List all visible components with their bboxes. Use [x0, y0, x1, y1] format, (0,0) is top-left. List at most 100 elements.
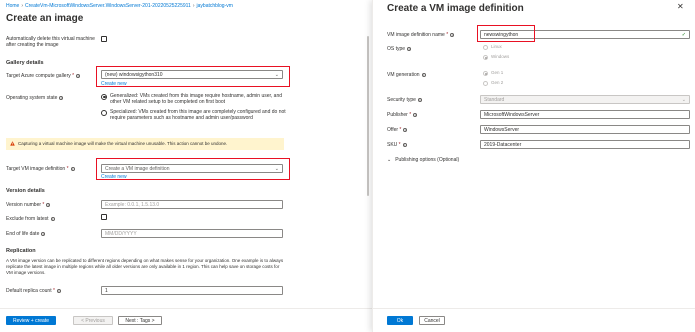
os-linux-radio	[483, 44, 488, 50]
highlight-box-name	[477, 25, 535, 42]
info-icon[interactable]: i	[403, 127, 408, 132]
info-icon[interactable]: i	[417, 97, 422, 102]
offer-input[interactable]: WindowsServer	[480, 125, 690, 134]
specialized-radio[interactable]	[101, 109, 107, 116]
os-state-label-text: Operating system state	[6, 95, 58, 101]
specialized-option[interactable]: Specialized: VMs created from this image…	[101, 109, 291, 121]
exclude-latest-checkbox[interactable]	[101, 214, 107, 220]
os-windows-radio	[483, 54, 488, 60]
security-type-label: Security type i	[387, 97, 422, 103]
info-icon[interactable]: i	[407, 46, 412, 51]
replica-count-label-text: Default replica count	[6, 288, 52, 294]
create-image-page: Home › CreateVm-MicrosoftWindowsServer.Win…	[0, 0, 372, 332]
os-linux-option: Linux	[483, 44, 502, 50]
gen1-radio	[483, 70, 488, 76]
exclude-latest-label-text: Exclude from latest	[6, 216, 49, 222]
warning-banner: Capturing a virtual machine image will m…	[6, 138, 284, 150]
end-of-life-label-text: End of life date	[6, 231, 40, 237]
chevron-down-icon: ⌄	[681, 97, 686, 103]
vm-image-definition-blade: Create a VM image definition ✕ VM image …	[372, 0, 695, 332]
required-asterisk: *	[399, 127, 402, 133]
info-icon[interactable]: i	[46, 202, 51, 207]
version-number-label-text: Version number	[6, 202, 42, 208]
info-icon[interactable]: i	[450, 32, 455, 37]
info-icon[interactable]: i	[41, 231, 46, 236]
os-type-label-text: OS type	[387, 46, 406, 52]
security-type-value: Standard	[484, 97, 505, 103]
replica-count-input[interactable]: 1	[101, 286, 283, 295]
publisher-label-text: Publisher	[387, 112, 408, 118]
info-icon[interactable]: i	[59, 95, 64, 100]
version-details-heading: Version details	[6, 188, 45, 194]
required-asterisk: *	[398, 142, 401, 148]
exclude-latest-label: Exclude from latest i	[6, 216, 55, 222]
ok-button[interactable]: Ok	[387, 316, 413, 325]
gen2-radio	[483, 80, 488, 86]
end-of-life-label: End of life date i	[6, 231, 46, 237]
generalized-radio[interactable]	[101, 93, 107, 100]
gallery-details-heading: Gallery details	[6, 60, 44, 66]
auto-delete-checkbox[interactable]	[101, 36, 107, 42]
info-icon[interactable]: i	[56, 288, 61, 293]
os-windows-option: Windows	[483, 54, 509, 60]
info-icon[interactable]: i	[413, 112, 418, 117]
info-icon[interactable]: i	[70, 166, 75, 171]
previous-button[interactable]: < Previous	[73, 316, 113, 325]
target-gallery-label: Target Azure compute gallery * i	[6, 73, 81, 79]
breadcrumb: Home › CreateVm-MicrosoftWindowsServer.Win…	[6, 3, 233, 9]
breadcrumb-vm[interactable]: jaybatchblog-vm	[197, 3, 233, 9]
definition-name-label: VM image definition name * i	[387, 32, 455, 38]
chevron-right-icon: ⌄	[387, 157, 392, 163]
info-icon[interactable]: i	[76, 73, 81, 78]
sku-input[interactable]: 2019-Datacenter	[480, 140, 690, 149]
auto-delete-label: Automatically delete this virtual machin…	[6, 36, 95, 48]
end-of-life-input[interactable]: MM/DD/YYYY	[101, 229, 283, 238]
breadcrumb-vm-deployment[interactable]: CreateVm-MicrosoftWindowsServer.WindowsS…	[25, 3, 191, 9]
info-icon[interactable]: i	[421, 72, 426, 77]
next-button[interactable]: Next : Tags >	[118, 316, 162, 325]
vm-generation-label: VM generation i	[387, 72, 426, 78]
info-icon[interactable]: i	[402, 142, 407, 147]
form-scroll-area[interactable]: Automatically delete this virtual machin…	[0, 30, 372, 308]
offer-label: Offer * i	[387, 127, 408, 133]
breadcrumb-home[interactable]: Home	[6, 3, 19, 9]
gen2-text: Gen 2	[491, 80, 504, 85]
publishing-options-expander[interactable]: ⌄ Publishing options (Optional)	[387, 157, 459, 163]
page-title: Create an image	[6, 13, 84, 24]
sku-label: SKU * i	[387, 142, 407, 148]
os-linux-text: Linux	[491, 44, 502, 49]
review-create-button[interactable]: Review + create	[6, 316, 56, 325]
required-asterisk: *	[409, 112, 412, 118]
scrollbar[interactable]	[366, 30, 370, 308]
target-gallery-label-text: Target Azure compute gallery	[6, 73, 71, 79]
version-number-input[interactable]: Example: 0.0.1, 1.5.13.0	[101, 200, 283, 209]
publisher-input[interactable]: MicrosoftWindowsServer	[480, 110, 690, 119]
required-asterisk: *	[66, 166, 69, 172]
required-asterisk: *	[42, 202, 45, 208]
breadcrumb-separator: ›	[192, 3, 195, 9]
definition-name-label-text: VM image definition name	[387, 32, 445, 38]
scrollbar-thumb[interactable]	[367, 36, 369, 196]
replication-description: A VM image version can be replicated to …	[6, 258, 284, 275]
info-icon[interactable]: i	[50, 216, 55, 221]
vm-image-definition-label-text: Target VM image definition	[6, 166, 66, 172]
blade-title: Create a VM image definition	[387, 3, 524, 14]
cancel-button[interactable]: Cancel	[419, 316, 445, 325]
os-windows-text: Windows	[491, 54, 510, 59]
os-state-label: Operating system state i	[6, 95, 64, 101]
breadcrumb-separator: ›	[21, 3, 24, 9]
vm-generation-label-text: VM generation	[387, 72, 420, 78]
specialized-text: Specialized: VMs created from this image…	[110, 109, 286, 121]
vm-image-definition-label: Target VM image definition * i	[6, 166, 75, 172]
security-type-label-text: Security type	[387, 97, 416, 103]
replica-count-label: Default replica count * i	[6, 288, 61, 294]
warning-text: Capturing a virtual machine image will m…	[18, 141, 228, 146]
highlight-box-definition	[96, 158, 290, 180]
footer-bar: Review + create < Previous Next : Tags >	[0, 308, 372, 332]
close-icon[interactable]: ✕	[677, 2, 684, 11]
version-number-label: Version number * i	[6, 202, 51, 208]
publisher-label: Publisher * i	[387, 112, 418, 118]
required-asterisk: *	[52, 288, 55, 294]
offer-label-text: Offer	[387, 127, 399, 133]
generalized-option[interactable]: Generalized: VMs created from this image…	[101, 93, 291, 105]
